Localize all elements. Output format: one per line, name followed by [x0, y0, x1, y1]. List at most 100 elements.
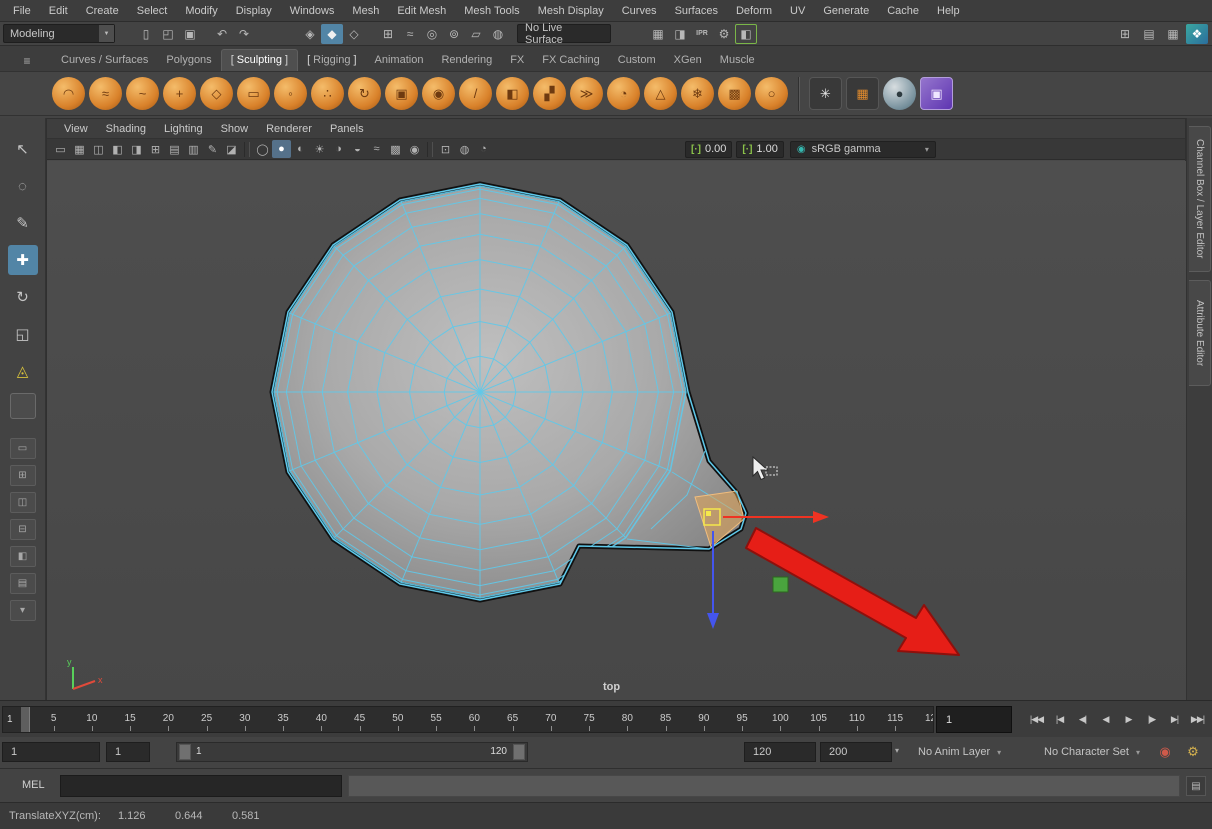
anim-layer-dropdown[interactable]: No Anim Layer ▾ — [918, 742, 1034, 762]
play-forwards-button[interactable]: ▶ — [1118, 706, 1139, 732]
shelf-tab-polygons[interactable]: Polygons — [157, 50, 220, 71]
workspace-icon[interactable]: ▤ — [1138, 24, 1160, 44]
move-tool-icon[interactable]: ✚ — [8, 245, 38, 275]
xray-joints-icon[interactable]: ◔ — [474, 140, 493, 158]
script-editor-icon[interactable]: ▤ — [1186, 776, 1206, 796]
selected-vertex[interactable] — [706, 511, 711, 516]
shelf-tab-sculpting[interactable]: [Sculpting] — [221, 49, 298, 71]
menu-edit-mesh[interactable]: Edit Mesh — [388, 0, 455, 22]
panel-menu-renderer[interactable]: Renderer — [257, 119, 321, 139]
scale-tool-icon[interactable]: ◱ — [8, 319, 38, 349]
two-pane-side-layout-button[interactable]: ◫ — [10, 492, 36, 513]
animation-preferences-icon[interactable]: ⚙ — [1182, 741, 1204, 763]
menu-windows[interactable]: Windows — [281, 0, 344, 22]
menu-edit[interactable]: Edit — [40, 0, 77, 22]
select-tool-icon[interactable]: ↖ — [8, 134, 38, 164]
tab-attribute-editor[interactable]: Attribute Editor — [1189, 280, 1211, 386]
single-pane-layout-button[interactable]: ▭ — [10, 438, 36, 459]
shelf-tab-fx[interactable]: FX — [501, 50, 533, 71]
color-sets-icon[interactable]: ▣ — [920, 77, 953, 110]
animation-end-field[interactable]: 200 — [820, 742, 892, 762]
wax-tool-icon[interactable]: ◉ — [422, 77, 455, 110]
menu-create[interactable]: Create — [77, 0, 128, 22]
step-back-frame-button[interactable]: |◀ — [1049, 706, 1070, 732]
snap-to-point-icon[interactable]: ◎ — [421, 24, 443, 44]
current-frame-field[interactable]: 1 — [936, 706, 1012, 733]
isolate-select-icon[interactable]: ⊡ — [436, 140, 455, 158]
outliner-persp-layout-button[interactable]: ◧ — [10, 546, 36, 567]
more-layouts-button[interactable]: ▾ — [10, 600, 36, 621]
sculpt-tool-icon[interactable]: ◠ — [52, 77, 85, 110]
tab-channel-box[interactable]: Channel Box / Layer Editor — [1189, 126, 1211, 272]
sphere-primitive-icon[interactable]: ● — [883, 77, 916, 110]
shelf-tab-custom[interactable]: Custom — [609, 50, 665, 71]
menu-deform[interactable]: Deform — [727, 0, 781, 22]
depth-of-field-icon[interactable]: ◉ — [405, 140, 424, 158]
menu-cache[interactable]: Cache — [878, 0, 928, 22]
timeline-ruler[interactable]: 1 51015202530354045505560657075808590951… — [2, 706, 934, 733]
grab-tool-icon[interactable]: + — [163, 77, 196, 110]
mash-network-icon[interactable]: ✳ — [809, 77, 842, 110]
rotate-tool-icon[interactable]: ↻ — [8, 282, 38, 312]
repeat-tool-icon[interactable]: ↻ — [348, 77, 381, 110]
auto-keyframe-icon[interactable]: ◉ — [1154, 741, 1176, 763]
menu-mesh[interactable]: Mesh — [343, 0, 388, 22]
select-by-hierarchy-icon[interactable]: ◈ — [299, 24, 321, 44]
undo-icon[interactable]: ↶ — [211, 24, 233, 44]
lasso-tool-icon[interactable]: ◌ — [8, 171, 38, 201]
panel-menu-show[interactable]: Show — [212, 119, 258, 139]
use-all-lights-icon[interactable]: ☀ — [310, 140, 329, 158]
fill-tool-icon[interactable]: ◧ — [496, 77, 529, 110]
flatten-tool-icon[interactable]: ▭ — [237, 77, 270, 110]
menu-select[interactable]: Select — [128, 0, 177, 22]
range-start-handle[interactable] — [179, 744, 191, 760]
snap-to-grid-icon[interactable]: ⊞ — [377, 24, 399, 44]
smear-tool-icon[interactable]: ≫ — [570, 77, 603, 110]
step-forward-key-button[interactable]: |▶ — [1141, 706, 1162, 732]
spray-tool-icon[interactable]: ∴ — [311, 77, 344, 110]
resolution-gate-icon[interactable]: ◧ — [108, 140, 127, 158]
freeze-select-tool-icon[interactable]: ▩ — [718, 77, 751, 110]
grid-texture-icon[interactable]: ▦ — [846, 77, 879, 110]
range-slider[interactable]: 1 120 — [176, 742, 528, 762]
safe-action-icon[interactable]: ▤ — [165, 140, 184, 158]
sculpt-objects-tool-icon[interactable]: ○ — [755, 77, 788, 110]
current-time-marker[interactable] — [21, 707, 30, 732]
shelf-tab-xgen[interactable]: XGen — [665, 50, 711, 71]
menu-mesh-tools[interactable]: Mesh Tools — [455, 0, 528, 22]
render-frame-icon[interactable]: ◨ — [669, 24, 691, 44]
scrape-tool-icon[interactable]: / — [459, 77, 492, 110]
pinch-tool-icon[interactable]: ◇ — [200, 77, 233, 110]
menu-help[interactable]: Help — [928, 0, 969, 22]
shelf-tab-animation[interactable]: Animation — [366, 50, 433, 71]
playback-start-field[interactable]: 1 — [106, 742, 150, 762]
menu-file[interactable]: File — [4, 0, 40, 22]
two-pane-stacked-layout-button[interactable]: ⊟ — [10, 519, 36, 540]
four-pane-layout-button[interactable]: ⊞ — [10, 465, 36, 486]
range-end-handle[interactable] — [513, 744, 525, 760]
shelf-menu-icon[interactable]: ≡ — [16, 51, 38, 71]
shelf-tab-fx-caching[interactable]: FX Caching — [533, 50, 608, 71]
relax-tool-icon[interactable]: ~ — [126, 77, 159, 110]
image-plane-icon[interactable]: ◪ — [222, 140, 241, 158]
save-scene-icon[interactable]: ▣ — [179, 24, 201, 44]
panel-menu-shading[interactable]: Shading — [97, 119, 155, 139]
open-scene-icon[interactable]: ◰ — [157, 24, 179, 44]
step-back-key-button[interactable]: ◀| — [1072, 706, 1093, 732]
menu-set-selector[interactable]: Modeling ▼ — [3, 24, 115, 43]
film-gate-icon[interactable]: ◫ — [89, 140, 108, 158]
playback-end-field[interactable]: 120 — [744, 742, 816, 762]
color-transform-dropdown[interactable]: ◉ sRGB gamma ▾ — [790, 141, 936, 158]
select-by-object-icon[interactable]: ◆ — [321, 24, 343, 44]
hypershade-persp-layout-button[interactable]: ▤ — [10, 573, 36, 594]
screen-layout-icon[interactable]: ❖ — [1186, 24, 1208, 44]
render-view-icon[interactable]: ▦ — [647, 24, 669, 44]
safe-title-icon[interactable]: ▥ — [184, 140, 203, 158]
shelf-tab-curves-surfaces[interactable]: Curves / Surfaces — [52, 50, 157, 71]
knife-tool-icon[interactable]: ▞ — [533, 77, 566, 110]
playback-speed-dropdown-icon[interactable]: ▾ — [895, 746, 899, 755]
panel-grid-icon[interactable]: ▦ — [1162, 24, 1184, 44]
menu-mesh-display[interactable]: Mesh Display — [529, 0, 613, 22]
last-tool-slot[interactable] — [10, 393, 36, 419]
live-surface-field[interactable]: No Live Surface — [517, 24, 611, 43]
